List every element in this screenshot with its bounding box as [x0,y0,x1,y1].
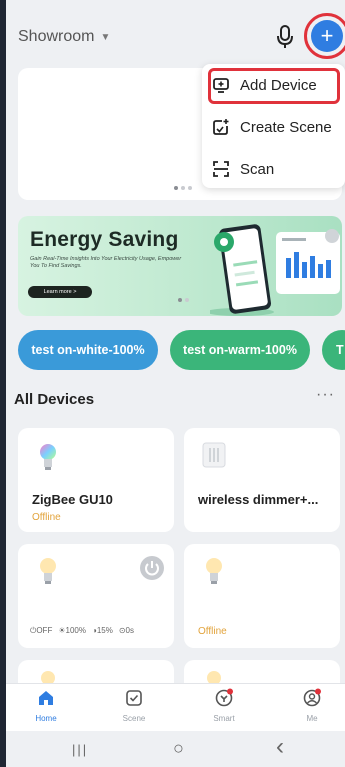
device-stats: ⏻OFF ☀100% ◑15% ⊙0s [30,626,134,636]
power-state-stat: ⏻OFF [30,626,53,635]
menu-highlight-box [208,68,340,104]
menu-item-create-scene[interactable]: Create Scene [212,118,332,136]
device-card-bulb[interactable]: ⏻OFF ☀100% ◑15% ⊙0s [18,544,174,648]
menu-item-label: Create Scene [240,118,332,136]
bottom-nav: Home Scene Smart Me [6,683,345,731]
nav-scene[interactable]: Scene [104,688,164,723]
nav-smart[interactable]: Smart [194,688,254,723]
nav-me[interactable]: Me [282,688,342,723]
device-card-bulb-offline[interactable]: Offline [184,544,340,648]
banner-dots [178,298,189,302]
carousel-dots [174,186,192,190]
phone-illustration [210,224,340,316]
device-name: ZigBee GU10 [32,492,113,507]
app-screen: Showroom ▼ + Add Device Create Scene Sca… [6,0,345,767]
power-icon [145,561,159,576]
nav-home[interactable]: Home [16,688,76,723]
scene-chip-white[interactable]: test on-white-100% [18,330,158,370]
recents-button[interactable]: ||| [72,742,88,757]
device-card-zigbee-gu10[interactable]: ZigBee GU10 Offline [18,428,174,532]
device-status: Offline [198,626,227,637]
dimmer-icon [202,442,226,468]
chevron-down-icon: ▼ [100,31,111,43]
home-icon [39,691,53,705]
scene-icon [126,690,142,706]
banner-title: Energy Saving [30,228,179,251]
menu-item-scan[interactable]: Scan [212,160,274,178]
menu-item-label: Scan [240,160,275,178]
device-status: Offline [32,512,61,523]
nav-label: Me [306,714,318,723]
timer-stat: ⊙0s [118,626,134,635]
highlight-ring [304,13,345,59]
scene-chip-warm[interactable]: test on-warm-100% [170,330,310,370]
bulb-icon [206,558,222,584]
device-card-wireless-dimmer[interactable]: wireless dimmer+... [184,428,340,532]
brightness-stat: ☀100% [58,626,86,635]
home-selector[interactable]: Showroom ▼ [18,28,110,46]
create-scene-icon [213,119,229,135]
top-bar: Showroom ▼ + [6,0,345,66]
nav-label: Home [35,714,57,723]
power-button[interactable] [140,556,164,580]
smart-icon [215,688,233,707]
microphone-icon[interactable] [276,24,294,50]
energy-saving-banner[interactable]: Energy Saving Gain Real-Time Insights In… [18,216,342,316]
nav-label: Scene [122,714,146,723]
all-devices-title: All Devices [14,391,95,408]
system-nav-bar: ||| ○ ‹ [6,731,345,767]
home-button[interactable]: ○ [173,738,184,759]
device-name: wireless dimmer+... [198,492,319,507]
bulb-icon [40,444,56,470]
back-button[interactable]: ‹ [276,733,284,761]
scan-icon [213,161,229,177]
home-name: Showroom [18,28,95,45]
learn-more-button[interactable]: Learn more > [28,286,92,298]
more-options-icon[interactable]: ··· [316,386,335,404]
bulb-icon [40,558,56,584]
nav-label: Smart [213,714,235,723]
temperature-stat: ◑15% [91,626,113,635]
me-icon [303,688,321,707]
scene-chip-partial[interactable]: T [322,330,345,370]
banner-subtitle: Gain Real-Time Insights Into Your Electr… [30,256,182,269]
